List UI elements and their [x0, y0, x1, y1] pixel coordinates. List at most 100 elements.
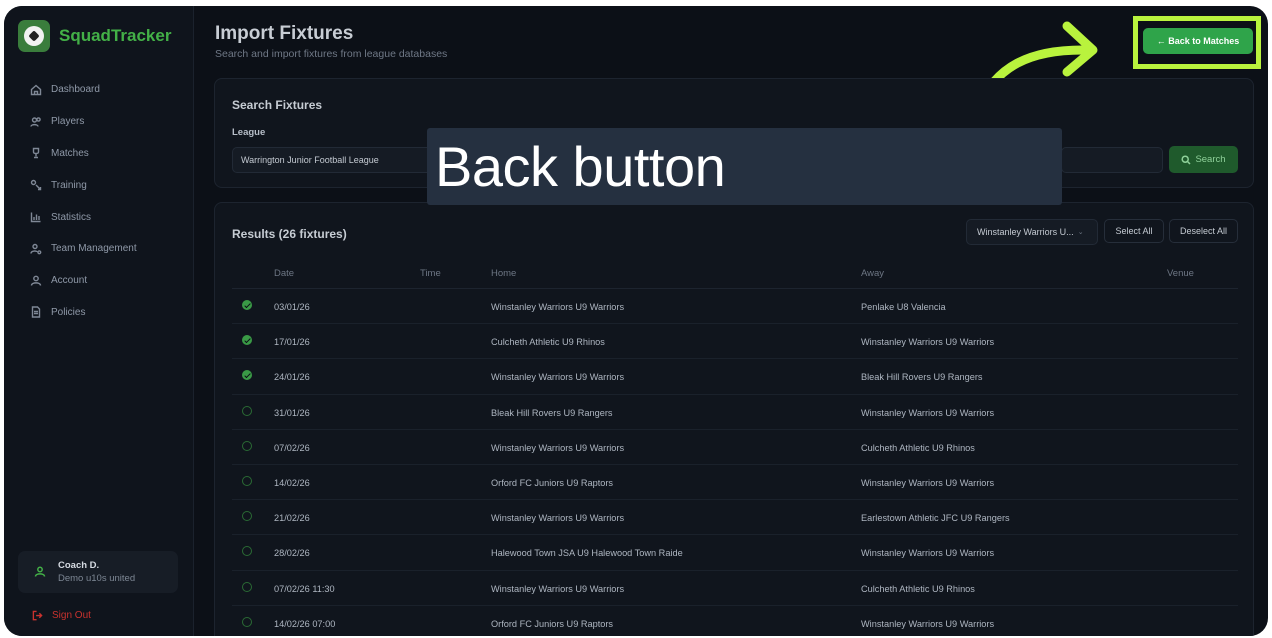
table-header: Date Time Home Away Venue: [232, 261, 1238, 289]
sidebar-item-label: Team Management: [51, 243, 137, 255]
search-card-title: Search Fixtures: [232, 98, 323, 112]
row-checkbox[interactable]: [242, 511, 252, 522]
results-card: Results (26 fixtures) Winstanley Warrior…: [214, 202, 1254, 636]
user-name: Coach D.: [58, 560, 100, 571]
sidebar-item-statistics[interactable]: Statistics: [4, 201, 194, 233]
row-checkbox[interactable]: [242, 475, 252, 486]
cell-home: Orford FC Juniors U9 Raptors: [491, 477, 614, 488]
row-checkbox[interactable]: [242, 440, 252, 451]
row-checkbox[interactable]: [242, 370, 252, 381]
training-icon: [30, 180, 42, 191]
sidebar-item-matches[interactable]: Matches: [4, 138, 194, 170]
row-checkbox[interactable]: [242, 335, 252, 346]
column-header-away[interactable]: Away: [861, 268, 884, 279]
column-header-home[interactable]: Home: [491, 268, 516, 279]
cell-home: Halewood Town JSA U9 Halewood Town Raide: [491, 548, 683, 559]
page-subtitle: Search and import fixtures from league d…: [215, 48, 448, 60]
search-icon: [1181, 154, 1191, 165]
cell-away: Winstanley Warriors U9 Warriors: [861, 407, 995, 418]
sidebar: SquadTracker Dashboard Players Matches T…: [4, 6, 194, 636]
chevron-down-icon: ⌄: [1077, 229, 1084, 236]
table-row[interactable]: 07/02/26 Winstanley Warriors U9 Warriors C…: [232, 430, 1238, 465]
brand-name: SquadTracker: [59, 26, 172, 45]
cell-home: Orford FC Juniors U9 Raptors: [491, 618, 614, 629]
sidebar-item-label: Dashboard: [51, 84, 100, 96]
table-row[interactable]: 07/02/26 11:30 Winstanley Warriors U9 War…: [232, 571, 1238, 606]
search-query-input[interactable]: [1061, 147, 1163, 173]
search-button[interactable]: Search: [1169, 146, 1238, 173]
cell-date: 28/02/26: [274, 548, 310, 559]
column-header-date[interactable]: Date: [274, 268, 294, 279]
back-to-matches-button[interactable]: ← Back to Matches: [1143, 28, 1253, 54]
cell-away: Bleak Hill Rovers U9 Rangers: [861, 372, 983, 383]
user-team: Demo u10s united: [58, 573, 136, 584]
sidebar-item-label: Account: [51, 275, 88, 287]
soccer-ball-logo-icon: [18, 20, 50, 52]
cell-away: Winstanley Warriors U9 Warriors: [861, 548, 995, 559]
row-checkbox[interactable]: [242, 581, 252, 592]
row-checkbox[interactable]: [242, 616, 252, 627]
cell-date: 17/01/26: [274, 337, 310, 348]
table-row[interactable]: 03/01/26 Winstanley Warriors U9 Warriors P…: [232, 289, 1238, 325]
brand[interactable]: SquadTracker: [18, 20, 171, 52]
cell-away: Culcheth Athletic U9 Rhinos: [861, 583, 975, 594]
league-label: League: [232, 127, 266, 138]
cell-date: 07/02/26 11:30: [274, 583, 335, 594]
cell-away: Penlake U8 Valencia: [861, 302, 946, 312]
sidebar-nav: Dashboard Players Matches Training Stati…: [4, 74, 194, 328]
cell-home: Winstanley Warriors U9 Warriors: [491, 302, 625, 312]
cell-date: 21/02/26: [274, 513, 310, 524]
sign-out-button[interactable]: Sign Out: [32, 610, 91, 621]
user-icon: [30, 275, 42, 286]
cell-date: 24/01/26: [274, 372, 310, 383]
cell-away: Winstanley Warriors U9 Warriors: [861, 618, 995, 629]
sign-out-icon: [32, 610, 43, 621]
sidebar-item-dashboard[interactable]: Dashboard: [4, 74, 194, 106]
sidebar-item-training[interactable]: Training: [4, 169, 194, 201]
table-row[interactable]: 28/02/26 Halewood Town JSA U9 Halewood To…: [232, 535, 1238, 571]
cell-date: 31/01/26: [274, 407, 310, 418]
results-title: Results (26 fixtures): [232, 227, 347, 241]
cell-home: Winstanley Warriors U9 Warriors: [491, 442, 625, 453]
sidebar-item-label: Statistics: [51, 211, 92, 223]
user-cog-icon: [30, 243, 42, 255]
user-card[interactable]: Coach D. Demo u10s united: [18, 551, 178, 593]
team-filter-select[interactable]: Winstanley Warriors U... ⌄: [966, 219, 1098, 245]
row-checkbox[interactable]: [242, 405, 252, 416]
cell-home: Winstanley Warriors U9 Warriors: [491, 513, 625, 524]
sign-out-label: Sign Out: [52, 610, 91, 621]
cell-home: Winstanley Warriors U9 Warriors: [491, 583, 625, 594]
column-header-venue[interactable]: Venue: [1167, 268, 1194, 279]
row-checkbox[interactable]: [242, 546, 252, 557]
league-select[interactable]: Warrington Junior Football League: [232, 147, 432, 173]
sidebar-item-account[interactable]: Account: [4, 265, 194, 297]
table-row[interactable]: 14/02/26 07:00 Orford FC Juniors U9 Rapto…: [232, 606, 1238, 636]
cell-away: Culcheth Athletic U9 Rhinos: [861, 442, 975, 453]
table-row[interactable]: 24/01/26 Winstanley Warriors U9 Warriors B…: [232, 359, 1238, 395]
table-row[interactable]: 31/01/26 Bleak Hill Rovers U9 Rangers Wins…: [232, 395, 1238, 430]
table-row[interactable]: 14/02/26 Orford FC Juniors U9 Raptors Wins…: [232, 465, 1238, 501]
fixtures-table-body: 03/01/26 Winstanley Warriors U9 Warriors P…: [232, 289, 1238, 636]
row-checkbox[interactable]: [242, 300, 252, 310]
sidebar-item-label: Training: [51, 179, 87, 191]
table-row[interactable]: 21/02/26 Winstanley Warriors U9 Warriors E…: [232, 500, 1238, 536]
home-icon: [30, 84, 42, 96]
column-header-time[interactable]: Time: [420, 268, 441, 279]
cell-away: Winstanley Warriors U9 Warriors: [861, 337, 995, 348]
users-icon: [30, 116, 41, 127]
sidebar-item-team-management[interactable]: Team Management: [4, 233, 194, 265]
cell-date: 03/01/26: [274, 302, 310, 312]
chart-icon: [30, 212, 41, 223]
cell-date: 14/02/26: [274, 477, 310, 488]
select-all-button[interactable]: Select All: [1104, 219, 1164, 243]
team-filter-value: Winstanley Warriors U...: [977, 227, 1074, 237]
page-title: Import Fixtures: [215, 23, 354, 44]
search-button-label: Search: [1195, 154, 1226, 165]
cell-date: 07/02/26: [274, 442, 310, 453]
sidebar-item-players[interactable]: Players: [4, 106, 194, 138]
table-row[interactable]: 17/01/26 Culcheth Athletic U9 Rhinos Winst…: [232, 324, 1238, 360]
deselect-all-button[interactable]: Deselect All: [1169, 219, 1238, 243]
sidebar-item-label: Matches: [51, 147, 89, 159]
cell-home: Winstanley Warriors U9 Warriors: [491, 372, 625, 383]
sidebar-item-policies[interactable]: Policies: [4, 297, 194, 329]
